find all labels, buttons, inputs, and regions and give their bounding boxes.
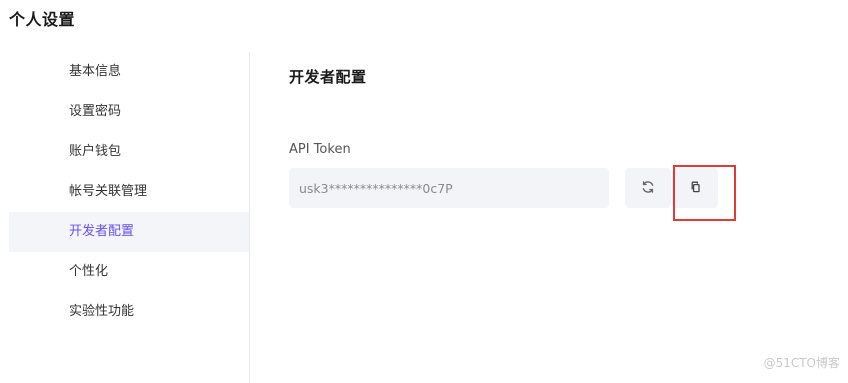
- section-title: 开发者配置: [289, 68, 367, 86]
- api-token-field[interactable]: [289, 168, 609, 208]
- sidebar: 基本信息 设置密码 账户钱包 帐号关联管理 开发者配置 个性化 实验性功能: [9, 52, 250, 383]
- watermark: @51CTO博客: [763, 356, 840, 370]
- refresh-icon: [641, 179, 655, 198]
- copy-button-highlight: [673, 165, 736, 221]
- sidebar-item-account-linking[interactable]: 帐号关联管理: [9, 172, 249, 212]
- page-title: 个人设置: [9, 10, 76, 29]
- sidebar-item-developer-config[interactable]: 开发者配置: [9, 212, 249, 252]
- refresh-token-button[interactable]: [625, 168, 671, 208]
- sidebar-item-personalization[interactable]: 个性化: [9, 252, 249, 292]
- sidebar-item-account-wallet[interactable]: 账户钱包: [9, 132, 249, 172]
- api-token-label: API Token: [289, 142, 351, 157]
- sidebar-item-experimental[interactable]: 实验性功能: [9, 292, 249, 332]
- sidebar-item-set-password[interactable]: 设置密码: [9, 92, 249, 132]
- sidebar-item-basic-info[interactable]: 基本信息: [9, 52, 249, 92]
